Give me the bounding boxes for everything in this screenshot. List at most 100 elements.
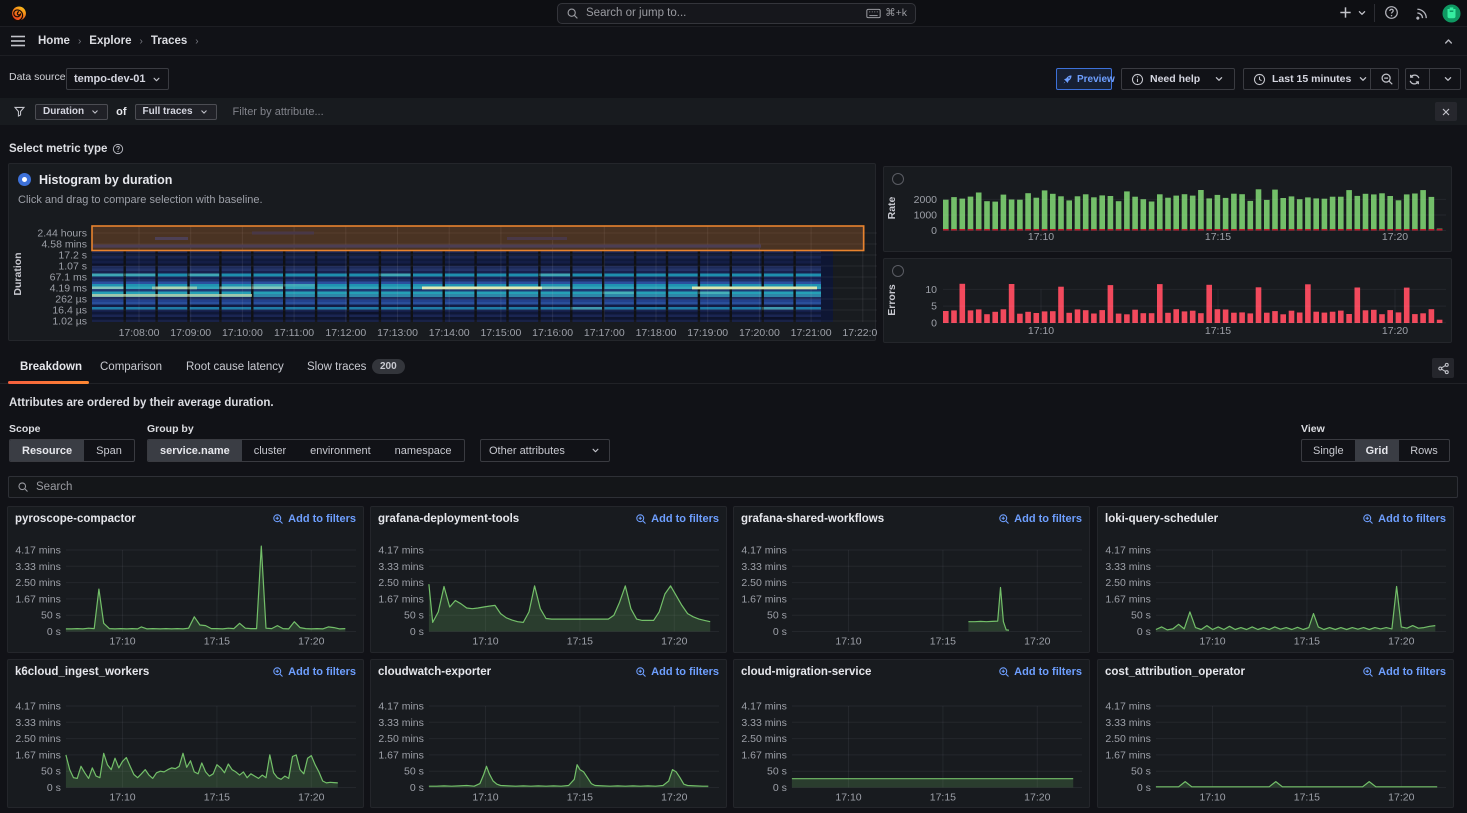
svg-text:1.67 mins: 1.67 mins xyxy=(741,593,787,605)
svg-text:17:20: 17:20 xyxy=(661,792,687,804)
svg-text:0 s: 0 s xyxy=(410,626,424,638)
svg-text:2.50 mins: 2.50 mins xyxy=(15,733,61,745)
svg-text:17:15: 17:15 xyxy=(567,792,593,804)
svg-text:17:15: 17:15 xyxy=(204,792,230,804)
svg-text:17:18:00: 17:18:00 xyxy=(636,327,677,339)
svg-text:17:10: 17:10 xyxy=(1199,636,1225,648)
svg-text:17:13:00: 17:13:00 xyxy=(377,327,418,339)
svg-text:17:10: 17:10 xyxy=(109,636,135,648)
svg-text:4.17 mins: 4.17 mins xyxy=(15,545,61,557)
svg-text:Duration: Duration xyxy=(12,252,24,295)
svg-text:2.50 mins: 2.50 mins xyxy=(378,733,424,745)
svg-text:17:15: 17:15 xyxy=(1294,792,1320,804)
svg-text:17:15: 17:15 xyxy=(1205,325,1231,337)
svg-text:17:20: 17:20 xyxy=(1382,231,1408,243)
svg-text:2.50 mins: 2.50 mins xyxy=(1105,577,1151,589)
svg-text:17:15: 17:15 xyxy=(204,636,230,648)
svg-text:5: 5 xyxy=(931,301,937,313)
svg-text:17:10: 17:10 xyxy=(1028,325,1054,337)
svg-text:1.67 mins: 1.67 mins xyxy=(15,593,61,605)
svg-text:0: 0 xyxy=(931,317,937,329)
svg-text:4.17 mins: 4.17 mins xyxy=(378,701,424,713)
svg-text:2.50 mins: 2.50 mins xyxy=(1105,733,1151,745)
svg-text:2.50 mins: 2.50 mins xyxy=(741,733,787,745)
svg-text:1.02 µs: 1.02 µs xyxy=(52,316,87,328)
svg-text:3.33 mins: 3.33 mins xyxy=(378,717,424,729)
svg-text:1.67 mins: 1.67 mins xyxy=(1105,593,1151,605)
svg-text:17:22:00: 17:22:00 xyxy=(842,327,877,339)
svg-text:50 s: 50 s xyxy=(41,610,61,622)
svg-text:17:15: 17:15 xyxy=(1205,231,1231,243)
svg-text:17:20: 17:20 xyxy=(298,636,324,648)
svg-text:0 s: 0 s xyxy=(773,626,787,638)
svg-text:2000: 2000 xyxy=(914,194,938,206)
svg-text:17:10: 17:10 xyxy=(835,792,861,804)
svg-text:17:17:00: 17:17:00 xyxy=(584,327,625,339)
svg-text:17:08:00: 17:08:00 xyxy=(119,327,160,339)
svg-text:17:20: 17:20 xyxy=(1388,636,1414,648)
svg-text:17:10:00: 17:10:00 xyxy=(222,327,263,339)
svg-text:3.33 mins: 3.33 mins xyxy=(15,717,61,729)
svg-text:4.17 mins: 4.17 mins xyxy=(378,545,424,557)
svg-text:50 s: 50 s xyxy=(767,610,787,622)
svg-text:50 s: 50 s xyxy=(1131,766,1151,778)
svg-text:17:16:00: 17:16:00 xyxy=(532,327,573,339)
svg-text:50 s: 50 s xyxy=(41,766,61,778)
svg-text:0 s: 0 s xyxy=(1137,782,1151,794)
svg-text:3.33 mins: 3.33 mins xyxy=(741,561,787,573)
svg-text:17:20: 17:20 xyxy=(1388,792,1414,804)
svg-text:1.67 mins: 1.67 mins xyxy=(15,749,61,761)
svg-text:17:20: 17:20 xyxy=(1024,636,1050,648)
svg-text:4.17 mins: 4.17 mins xyxy=(1105,545,1151,557)
svg-text:17:15: 17:15 xyxy=(1294,636,1320,648)
svg-text:4.17 mins: 4.17 mins xyxy=(741,545,787,557)
svg-text:3.33 mins: 3.33 mins xyxy=(15,561,61,573)
svg-text:0 s: 0 s xyxy=(773,782,787,794)
svg-text:17:10: 17:10 xyxy=(1199,792,1225,804)
svg-text:50 s: 50 s xyxy=(1131,610,1151,622)
svg-text:4.17 mins: 4.17 mins xyxy=(1105,701,1151,713)
svg-text:17:10: 17:10 xyxy=(109,792,135,804)
svg-text:Errors: Errors xyxy=(886,284,898,316)
svg-text:0: 0 xyxy=(931,225,937,237)
svg-text:2.50 mins: 2.50 mins xyxy=(741,577,787,589)
svg-text:17:10: 17:10 xyxy=(835,636,861,648)
svg-text:1000: 1000 xyxy=(914,210,938,222)
svg-text:3.33 mins: 3.33 mins xyxy=(378,561,424,573)
svg-text:17:14:00: 17:14:00 xyxy=(429,327,470,339)
svg-text:17:15:00: 17:15:00 xyxy=(480,327,521,339)
svg-text:17:20: 17:20 xyxy=(661,636,687,648)
svg-text:17:12:00: 17:12:00 xyxy=(325,327,366,339)
svg-text:0 s: 0 s xyxy=(47,782,61,794)
svg-text:17:20: 17:20 xyxy=(298,792,324,804)
svg-text:4.17 mins: 4.17 mins xyxy=(15,701,61,713)
svg-text:1.67 mins: 1.67 mins xyxy=(378,593,424,605)
svg-text:3.33 mins: 3.33 mins xyxy=(1105,561,1151,573)
svg-text:Rate: Rate xyxy=(886,196,898,219)
svg-text:4.17 mins: 4.17 mins xyxy=(741,701,787,713)
svg-text:10: 10 xyxy=(925,284,937,296)
svg-text:1.67 mins: 1.67 mins xyxy=(1105,749,1151,761)
svg-text:17:20:00: 17:20:00 xyxy=(739,327,780,339)
svg-text:0 s: 0 s xyxy=(410,782,424,794)
svg-text:17:15: 17:15 xyxy=(930,636,956,648)
svg-text:17:15: 17:15 xyxy=(567,636,593,648)
svg-text:2.50 mins: 2.50 mins xyxy=(378,577,424,589)
svg-text:17:11:00: 17:11:00 xyxy=(274,327,314,339)
svg-text:17:21:00: 17:21:00 xyxy=(791,327,832,339)
svg-text:0 s: 0 s xyxy=(1137,626,1151,638)
svg-text:17:10: 17:10 xyxy=(1028,231,1054,243)
svg-text:17:09:00: 17:09:00 xyxy=(170,327,211,339)
svg-text:50 s: 50 s xyxy=(404,766,424,778)
svg-text:50 s: 50 s xyxy=(404,610,424,622)
svg-text:17:20: 17:20 xyxy=(1024,792,1050,804)
svg-text:17:10: 17:10 xyxy=(472,792,498,804)
svg-text:3.33 mins: 3.33 mins xyxy=(1105,717,1151,729)
svg-text:17:19:00: 17:19:00 xyxy=(687,327,728,339)
svg-text:17:10: 17:10 xyxy=(472,636,498,648)
svg-text:50 s: 50 s xyxy=(767,766,787,778)
svg-text:2.50 mins: 2.50 mins xyxy=(15,577,61,589)
svg-text:1.67 mins: 1.67 mins xyxy=(741,749,787,761)
svg-text:3.33 mins: 3.33 mins xyxy=(741,717,787,729)
svg-text:17:15: 17:15 xyxy=(930,792,956,804)
